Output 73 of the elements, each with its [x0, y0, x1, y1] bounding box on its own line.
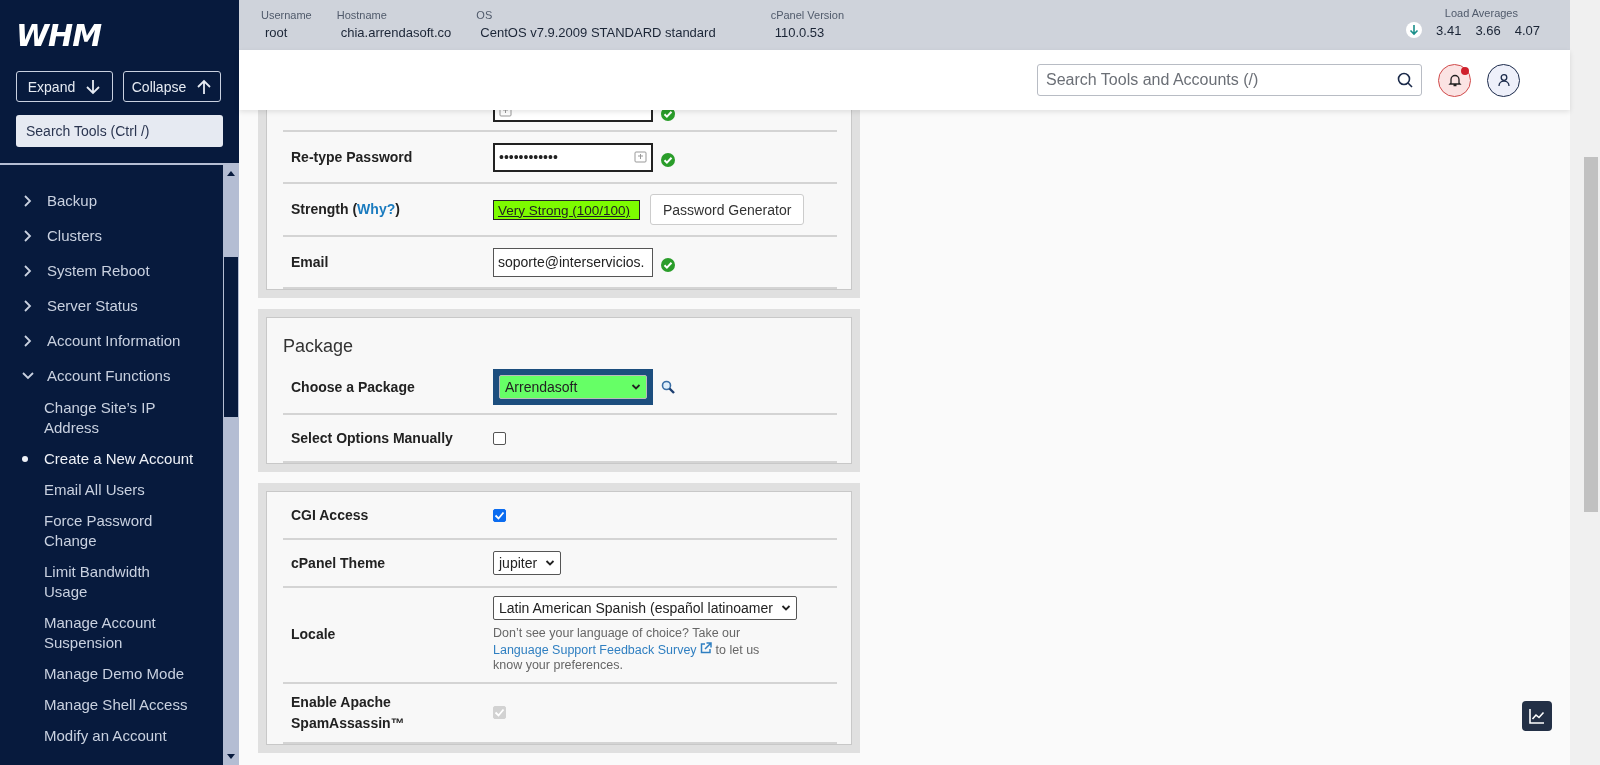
- expand-button[interactable]: Expand: [16, 71, 113, 102]
- email-field[interactable]: soporte@interservicios.: [493, 247, 653, 277]
- sidebar-item[interactable]: Clusters: [0, 218, 102, 253]
- info-label: cPanel Version: [770, 9, 845, 21]
- field-label: Select Options Manually: [291, 428, 453, 448]
- sidebar-subitem[interactable]: Change Site’s IP Address: [0, 393, 194, 444]
- checkbox[interactable]: [493, 508, 506, 522]
- info-label: Hostname: [336, 9, 388, 21]
- sidebar-item[interactable]: Server Status: [0, 288, 138, 323]
- load-value: 3.66: [1474, 22, 1501, 38]
- arrow-up-icon: [196, 78, 213, 95]
- external-link-icon: [700, 641, 713, 654]
- field-label: Locale: [291, 625, 336, 645]
- load-value: 4.07: [1513, 22, 1540, 38]
- sidebar-subitem[interactable]: Limit Bandwidth Usage: [0, 557, 194, 608]
- bell-icon: [1447, 73, 1462, 87]
- scroll-thumb[interactable]: [224, 257, 238, 417]
- info-value: chia.arrendasoft.co: [339, 25, 452, 40]
- user-icon: [1496, 73, 1511, 87]
- sidebar-item[interactable]: System Reboot: [0, 253, 150, 288]
- dropdown[interactable]: Arrendasoft: [499, 375, 647, 399]
- survey-link[interactable]: Language Support Feedback Survey: [493, 642, 713, 657]
- password-generator-button[interactable]: Password Generator: [650, 194, 805, 225]
- bullet-icon: [22, 456, 28, 462]
- dropdown[interactable]: Latin American Spanish (español latinoamer: [493, 596, 797, 620]
- why-link[interactable]: Why?: [357, 201, 396, 217]
- sidebar-item[interactable]: Account Information: [0, 323, 181, 358]
- collapse-button[interactable]: Collapse: [123, 71, 221, 102]
- sidebar-subitem[interactable]: Manage Account Suspension: [0, 608, 194, 659]
- info-label: OS: [476, 9, 494, 21]
- scroll-thumb[interactable]: [1584, 157, 1598, 512]
- info-value: 110.0.53: [773, 25, 826, 40]
- section-title: Package: [283, 335, 355, 358]
- sidebar-subitem[interactable]: Email All Users: [0, 475, 145, 506]
- search-field[interactable]: Search Tools and Accounts (/): [1037, 64, 1422, 96]
- caret-icon: [631, 382, 641, 392]
- stats-button[interactable]: [1522, 701, 1552, 731]
- notifications-button[interactable]: [1438, 63, 1471, 97]
- sidebar-subitem[interactable]: Manage Shell Access: [0, 690, 188, 721]
- field-label: Enable Apache SpamAssassin™: [291, 692, 406, 733]
- password-field[interactable]: ••••••••••••: [493, 142, 653, 172]
- info-label: Username: [261, 9, 312, 21]
- sidebar-subitem[interactable]: Modify an Account: [0, 721, 167, 752]
- arrow-down-icon: [1406, 22, 1423, 38]
- sidebar-item[interactable]: Backup: [0, 183, 98, 218]
- load-value: 3.41: [1435, 22, 1462, 38]
- info-label: Load Averages: [1444, 7, 1518, 19]
- help-text: Don’t see your language of choice? Take our Language Support Feedback Survey to let us know your preferences.: [493, 626, 761, 674]
- sidebar-subitem[interactable]: Force Password Change: [0, 506, 194, 557]
- sidebar-scrollbar[interactable]: [223, 165, 239, 765]
- caret-icon: [545, 558, 556, 568]
- field-label: Re-type Password: [291, 147, 413, 167]
- field-label: Strength (Why?): [291, 200, 400, 219]
- caret-icon: [780, 603, 791, 613]
- strength-text: Very Strong (100/100): [497, 202, 631, 218]
- line-chart-icon: [1528, 707, 1546, 725]
- field-label: cPanel Theme: [291, 553, 386, 573]
- search-field[interactable]: Search Tools (Ctrl /): [16, 115, 223, 147]
- field-label: Email: [291, 252, 329, 272]
- field-label: CGI Access: [291, 505, 369, 525]
- sidebar-subitem[interactable]: Create a New Account: [0, 444, 194, 475]
- info-value: root: [264, 25, 289, 40]
- page-scrollbar[interactable]: [1570, 0, 1600, 765]
- whm-logo: WHM: [16, 18, 102, 55]
- field-label: Choose a Package: [291, 377, 415, 397]
- checkbox[interactable]: [493, 431, 506, 445]
- sidebar-subitem[interactable]: Manage Demo Mode: [0, 659, 185, 690]
- user-button[interactable]: [1487, 63, 1520, 97]
- search-icon: [1397, 72, 1413, 88]
- dropdown[interactable]: jupiter: [493, 551, 562, 575]
- info-value: CentOS v7.9.2009 STANDARD standard: [479, 25, 716, 40]
- sidebar-item[interactable]: Account Functions: [0, 358, 171, 393]
- arrow-down-icon: [85, 78, 102, 95]
